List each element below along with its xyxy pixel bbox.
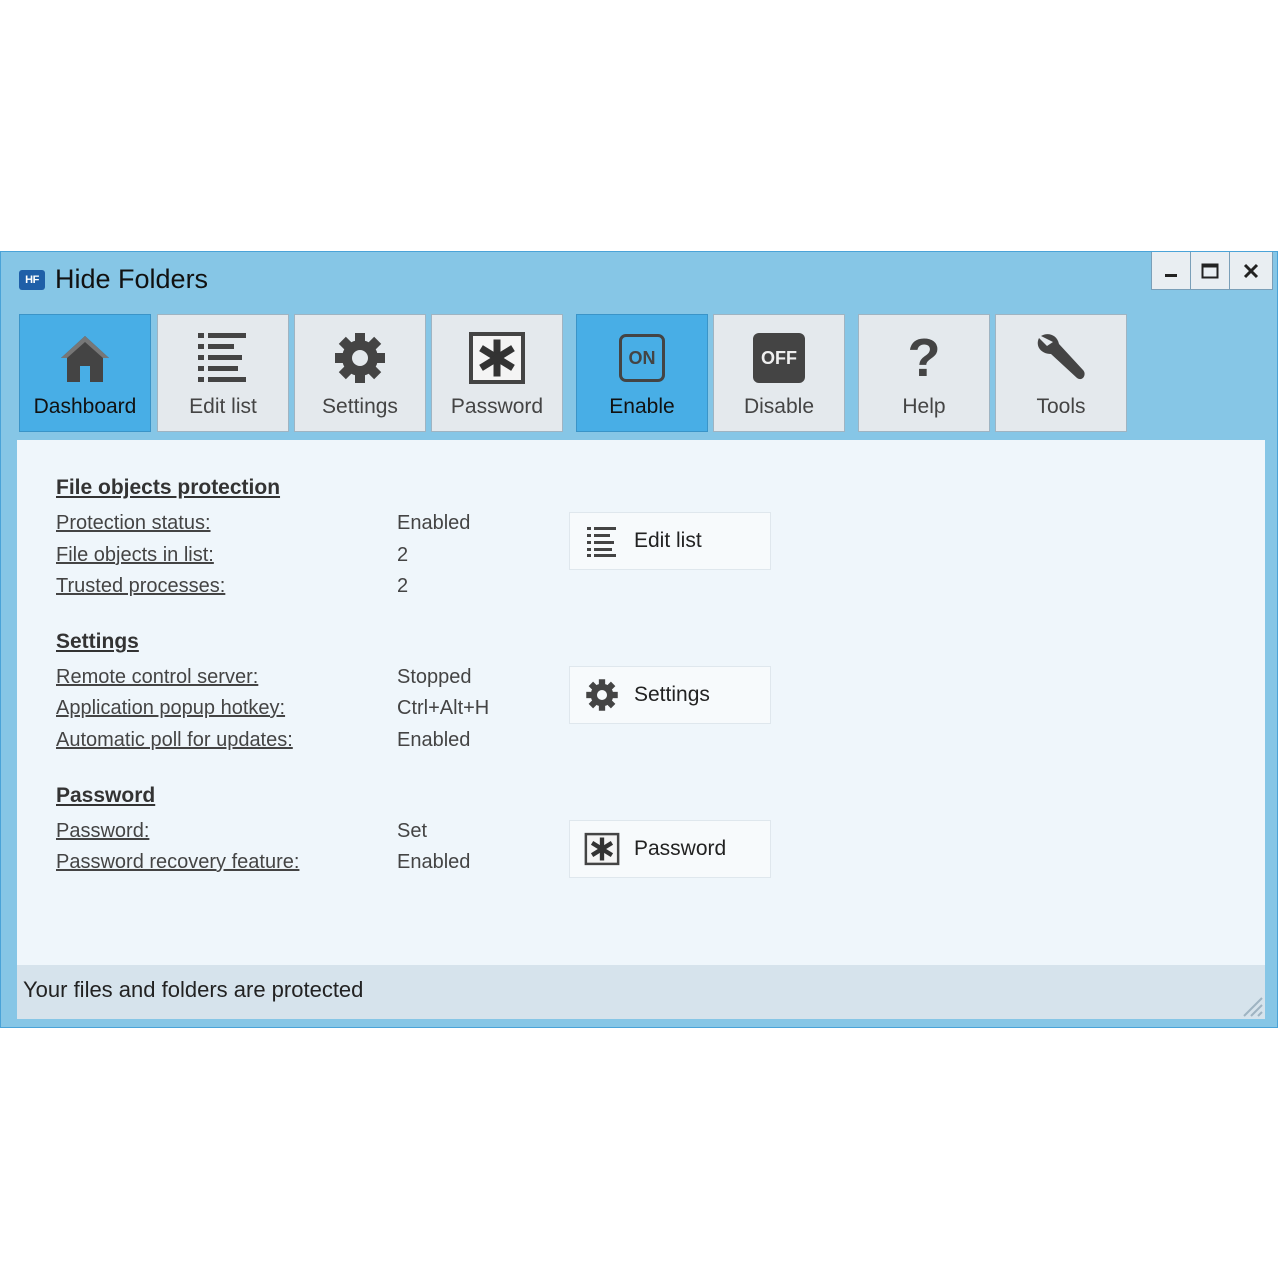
- window-controls: [1151, 252, 1273, 290]
- section-title-settings: Settings: [56, 630, 139, 653]
- question-icon: ?: [907, 328, 941, 388]
- trusted-processes-link[interactable]: Trusted processes:: [56, 575, 225, 598]
- asterisk-icon: [469, 332, 525, 384]
- toolbar-disable-label: Disable: [743, 395, 815, 418]
- section-title-protection: File objects protection: [56, 476, 281, 499]
- gear-icon: [335, 333, 385, 383]
- remote-control-value: Stopped: [397, 666, 472, 688]
- minimize-button[interactable]: [1151, 252, 1191, 290]
- home-icon: [61, 336, 109, 382]
- toolbar-dashboard-label: Dashboard: [33, 395, 137, 418]
- trusted-processes-value: 2: [397, 575, 409, 597]
- maximize-button[interactable]: [1190, 252, 1230, 290]
- minimize-icon: [1165, 273, 1177, 277]
- window-title: Hide Folders: [55, 264, 209, 294]
- close-icon: [1243, 263, 1259, 278]
- settings-button[interactable]: Settings: [569, 666, 771, 724]
- password-recovery-value: Enabled: [397, 851, 471, 873]
- password-link[interactable]: Password:: [56, 820, 149, 843]
- off-icon: OFF: [753, 333, 805, 383]
- toolbar-edit-list-label: Edit list: [189, 395, 257, 418]
- remote-control-link[interactable]: Remote control server:: [56, 666, 258, 689]
- section-title-password: Password: [56, 784, 156, 807]
- password-value: Set: [397, 820, 428, 842]
- toolbar-tools-label: Tools: [1036, 395, 1086, 418]
- edit-list-button[interactable]: Edit list: [569, 512, 771, 570]
- protection-status-value: Enabled: [397, 512, 471, 534]
- toolbar-help-label: Help: [902, 395, 946, 418]
- toolbar-settings-label: Settings: [322, 395, 398, 418]
- status-text: Your files and folders are protected: [23, 977, 364, 1002]
- toolbar-settings-button[interactable]: Settings: [294, 314, 426, 432]
- popup-hotkey-link[interactable]: Application popup hotkey:: [56, 697, 285, 720]
- file-objects-link[interactable]: File objects in list:: [56, 544, 214, 567]
- wrench-icon: [1037, 334, 1085, 380]
- password-recovery-link[interactable]: Password recovery feature:: [56, 851, 299, 874]
- toolbar-enable-button[interactable]: ON Enable: [576, 314, 708, 432]
- close-button[interactable]: [1229, 252, 1273, 290]
- app-window: HF Hide Folders Dashboard Edit list Sett…: [0, 251, 1278, 1028]
- protection-status-link[interactable]: Protection status:: [56, 512, 211, 535]
- toolbar-password-label: Password: [450, 395, 544, 418]
- password-button[interactable]: Password: [569, 820, 771, 878]
- gear-icon: [586, 679, 618, 711]
- toolbar-disable-button[interactable]: OFF Disable: [713, 314, 845, 432]
- toolbar-tools-button[interactable]: Tools: [995, 314, 1127, 432]
- edit-list-button-label: Edit list: [634, 529, 702, 552]
- toolbar-dashboard-button[interactable]: Dashboard: [19, 314, 151, 432]
- toolbar-help-button[interactable]: ? Help: [858, 314, 990, 432]
- popup-hotkey-value: Ctrl+Alt+H: [397, 697, 490, 719]
- dashboard-content: File objects protection Protection statu…: [17, 440, 1265, 965]
- list-icon: [587, 527, 616, 557]
- settings-button-label: Settings: [634, 683, 710, 706]
- auto-update-value: Enabled: [397, 729, 471, 751]
- resize-grip-icon[interactable]: [1235, 989, 1263, 1017]
- toolbar-enable-label: Enable: [609, 395, 675, 418]
- password-button-label: Password: [634, 837, 727, 860]
- maximize-icon: [1201, 263, 1219, 278]
- list-icon: [198, 333, 246, 382]
- status-bar: Your files and folders are protected: [17, 965, 1265, 1019]
- title-bar[interactable]: HF Hide Folders: [1, 252, 1277, 310]
- on-icon: ON: [619, 334, 665, 382]
- asterisk-icon: [584, 832, 620, 866]
- app-logo-icon: HF: [19, 270, 45, 290]
- file-objects-value: 2: [397, 544, 409, 566]
- auto-update-link[interactable]: Automatic poll for updates:: [56, 729, 293, 752]
- toolbar-password-button[interactable]: Password: [431, 314, 563, 432]
- toolbar-edit-list-button[interactable]: Edit list: [157, 314, 289, 432]
